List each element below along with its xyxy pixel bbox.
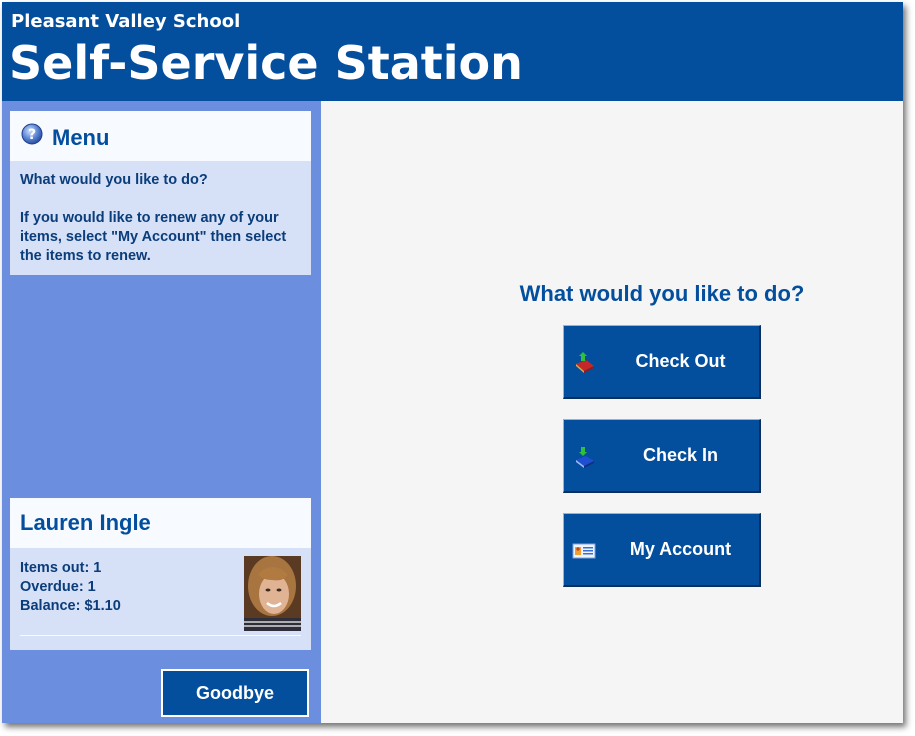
menu-title: Menu	[52, 125, 110, 150]
app-window: Pleasant Valley School Self-Service Stat…	[2, 2, 903, 723]
patron-panel: Lauren Ingle Items out: 1 Overdue: 1 Bal…	[10, 498, 311, 650]
svg-text:?: ?	[28, 127, 36, 143]
check-in-label: Check In	[642, 445, 719, 465]
menu-panel: ? Menu What would you like to do? If you…	[10, 111, 311, 275]
school-name: Pleasant Valley School	[11, 11, 241, 32]
menu-header: ? Menu	[10, 111, 311, 161]
menu-prompt: What would you like to do?	[20, 172, 208, 188]
patron-divider	[20, 635, 301, 636]
main-area: What would you like to do? Check Out Che…	[321, 101, 903, 723]
overdue-count: Overdue: 1	[20, 579, 96, 595]
balance: Balance: $1.10	[20, 598, 121, 614]
check-out-label: Check Out	[635, 351, 726, 371]
app-title: Self-Service Station	[9, 36, 523, 90]
my-account-button[interactable]: My Account	[563, 513, 761, 587]
menu-instructions: What would you like to do? If you would …	[10, 161, 311, 266]
check-out-button[interactable]: Check Out	[563, 325, 761, 399]
patron-stats: Items out: 1 Overdue: 1 Balance: $1.10	[20, 559, 121, 616]
patron-header: Lauren Ingle	[10, 498, 311, 548]
main-question: What would you like to do?	[519, 281, 805, 306]
check-out-icon	[572, 352, 598, 374]
help-icon[interactable]: ?	[21, 123, 43, 145]
goodbye-button[interactable]: Goodbye	[161, 669, 309, 717]
items-out: Items out: 1	[20, 560, 102, 576]
app-header: Pleasant Valley School Self-Service Stat…	[2, 2, 903, 101]
menu-renew-hint: If you would like to renew any of your i…	[20, 210, 287, 264]
my-account-label: My Account	[629, 539, 732, 559]
patron-photo	[244, 556, 301, 631]
check-in-button[interactable]: Check In	[563, 419, 761, 493]
patron-name: Lauren Ingle	[20, 510, 151, 535]
account-card-icon	[572, 540, 598, 562]
check-in-icon	[572, 446, 598, 468]
sidebar: ? Menu What would you like to do? If you…	[2, 101, 321, 723]
